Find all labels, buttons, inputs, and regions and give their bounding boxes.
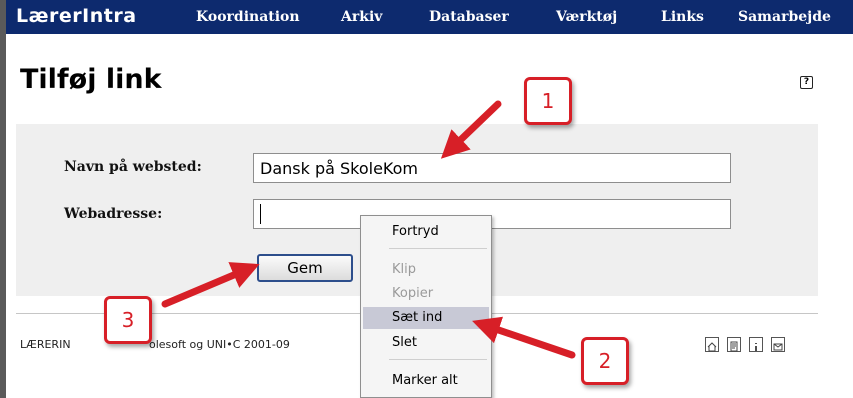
arrow-2 <box>472 316 576 359</box>
callout-2: 2 <box>581 337 629 385</box>
arrow-3 <box>161 262 260 308</box>
callout-3: 3 <box>104 296 152 344</box>
arrow-1 <box>440 100 502 159</box>
callout-1: 1 <box>524 77 572 125</box>
